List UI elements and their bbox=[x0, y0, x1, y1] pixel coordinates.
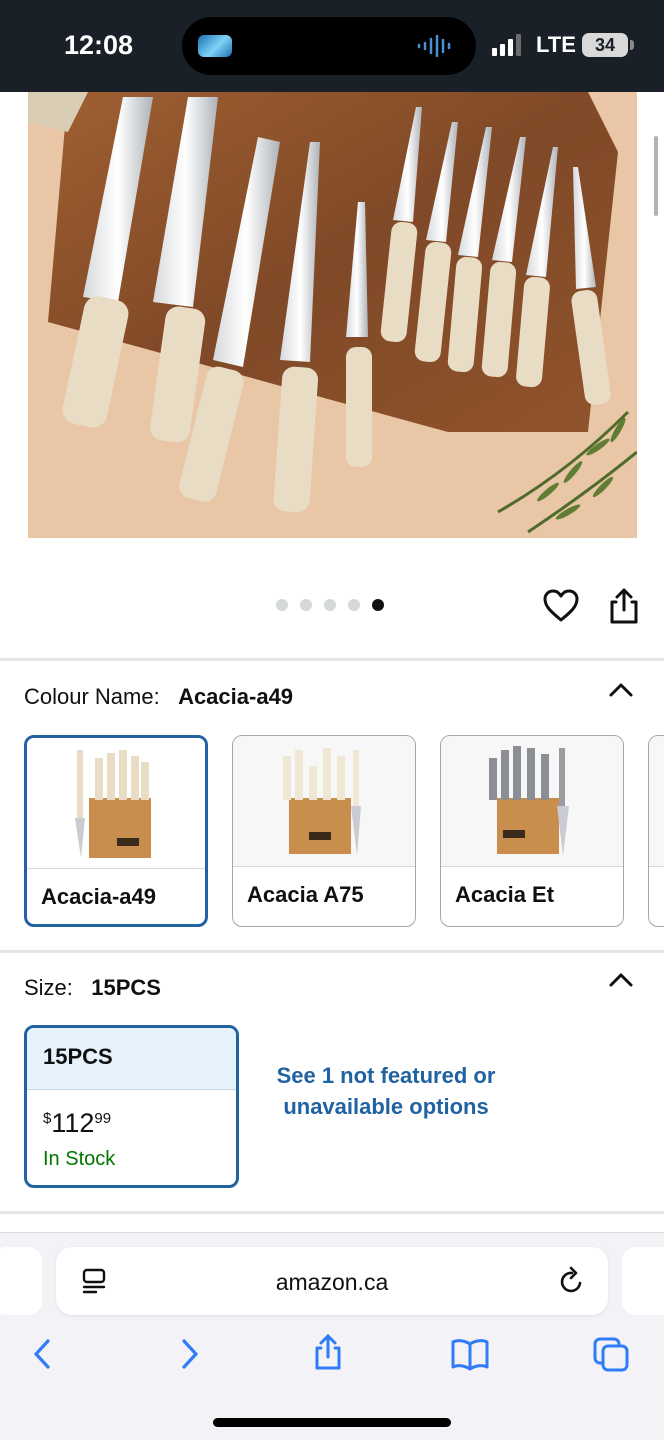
colour-option[interactable]: Acacia-a49 bbox=[24, 735, 208, 927]
heart-icon[interactable] bbox=[542, 588, 580, 624]
chevron-up-icon[interactable] bbox=[608, 972, 634, 988]
size-heading: Size: 15PCS bbox=[24, 975, 161, 1001]
colour-option-label: Acacia A75 bbox=[247, 882, 364, 907]
see-unavailable-options-link[interactable]: See 1 not featured or unavailable option… bbox=[270, 1060, 502, 1122]
size-option-title: 15PCS bbox=[27, 1028, 236, 1090]
section-divider bbox=[0, 950, 664, 953]
previous-tab-preview[interactable] bbox=[0, 1247, 42, 1315]
battery-tip bbox=[630, 40, 634, 50]
section-divider bbox=[0, 1211, 664, 1214]
carousel-dot[interactable] bbox=[324, 599, 336, 611]
dynamic-island[interactable] bbox=[182, 17, 476, 75]
price-whole: 112 bbox=[51, 1108, 95, 1138]
address-bar[interactable]: amazon.ca bbox=[56, 1247, 608, 1315]
share-sheet-icon[interactable] bbox=[310, 1332, 346, 1372]
colour-option-label: Acacia Et bbox=[455, 882, 555, 907]
carousel-dot[interactable] bbox=[276, 599, 288, 611]
status-bar: 12:08 LTE 34 bbox=[0, 0, 664, 92]
image-carousel-dots[interactable] bbox=[276, 598, 384, 612]
battery-icon: 34 bbox=[582, 33, 628, 57]
carousel-dot[interactable] bbox=[348, 599, 360, 611]
share-icon[interactable] bbox=[606, 586, 642, 626]
colour-name-label: Colour Name: bbox=[24, 684, 160, 709]
knife-set-photo bbox=[28, 92, 637, 538]
carousel-dot[interactable] bbox=[300, 599, 312, 611]
url-text: amazon.ca bbox=[275, 1269, 389, 1295]
size-value: 15PCS bbox=[91, 975, 161, 1000]
app-activity-icon bbox=[198, 35, 232, 57]
home-indicator[interactable] bbox=[213, 1418, 451, 1427]
status-time: 12:08 bbox=[64, 30, 134, 60]
colour-name-value: Acacia-a49 bbox=[178, 684, 294, 709]
carousel-dot-active[interactable] bbox=[372, 599, 384, 611]
colour-option-image bbox=[27, 738, 205, 869]
chevron-up-icon[interactable] bbox=[608, 682, 634, 698]
colour-option[interactable]: Acacia Et bbox=[440, 735, 624, 927]
colour-option-image bbox=[649, 736, 664, 867]
back-icon[interactable] bbox=[26, 1336, 62, 1372]
reload-icon[interactable] bbox=[558, 1266, 586, 1296]
tabs-icon[interactable] bbox=[592, 1336, 630, 1372]
colour-option-partial[interactable] bbox=[648, 735, 664, 927]
colour-option-image bbox=[441, 736, 623, 867]
next-tab-preview[interactable] bbox=[622, 1247, 664, 1315]
colour-option[interactable]: Acacia A75 bbox=[232, 735, 416, 927]
colour-option-image bbox=[233, 736, 415, 867]
size-option-price: $11299 bbox=[43, 1108, 111, 1139]
colour-name-heading: Colour Name: Acacia-a49 bbox=[24, 684, 293, 710]
section-divider bbox=[0, 658, 664, 661]
colour-option-label: Acacia-a49 bbox=[41, 884, 156, 909]
audio-wave-icon bbox=[417, 35, 451, 57]
price-fraction: 99 bbox=[94, 1110, 112, 1127]
stock-status: In Stock bbox=[43, 1148, 116, 1170]
price-currency: $ bbox=[43, 1110, 52, 1127]
bookmarks-icon[interactable] bbox=[450, 1336, 490, 1372]
forward-icon[interactable] bbox=[170, 1336, 206, 1372]
size-option-card[interactable]: 15PCS $11299 In Stock bbox=[24, 1025, 239, 1188]
size-label: Size: bbox=[24, 975, 73, 1000]
product-image[interactable] bbox=[28, 92, 637, 538]
network-type: LTE bbox=[536, 32, 576, 57]
cellular-signal-icon bbox=[492, 34, 521, 56]
page-scrollbar[interactable] bbox=[654, 136, 658, 216]
